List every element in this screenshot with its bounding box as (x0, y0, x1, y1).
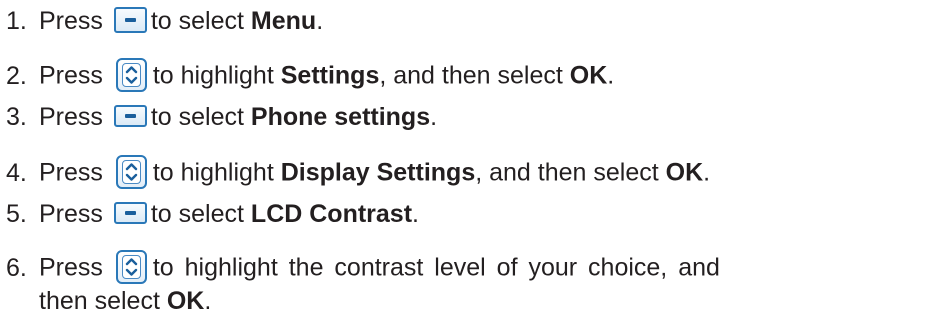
step-6-continuation: then select OK. (39, 286, 211, 316)
step-verb: Press (39, 158, 103, 187)
step-bold-ok: OK (166, 287, 205, 315)
step-verb: Press (39, 103, 103, 131)
soft-key-icon (113, 105, 147, 128)
step-punctuation: . (430, 103, 438, 131)
step-punctuation: . (703, 158, 711, 187)
step-text-mid: , and then select (475, 158, 666, 187)
step-number: 5. (6, 200, 27, 228)
step-text: to highlight (152, 61, 281, 90)
step-6: 6. Press to highlight the contrast level … (6, 250, 909, 286)
step-number: 6. (6, 253, 27, 282)
step-number: 1. (6, 7, 27, 35)
step-bold-term: Menu (250, 7, 317, 35)
soft-key-icon (113, 202, 147, 225)
step-1: 1. Press to select Menu. (6, 6, 323, 36)
up-down-navigation-key-icon (115, 155, 147, 189)
step-text: then select (39, 287, 167, 315)
up-down-navigation-key-icon (115, 58, 147, 92)
step-text: to select (150, 200, 251, 228)
step-verb: Press (39, 253, 103, 282)
step-bold-ok: OK (569, 61, 608, 90)
step-bold-term: Settings (280, 61, 380, 90)
step-punctuation: . (412, 200, 419, 228)
soft-key-icon (113, 7, 147, 34)
step-number: 2. (6, 61, 27, 90)
step-text: to highlight (152, 158, 281, 187)
step-5: 5. Press to select LCD Contrast. (6, 199, 419, 229)
step-bold-term: LCD Contrast (250, 200, 413, 228)
step-bold-ok: OK (665, 158, 704, 187)
step-verb: Press (39, 200, 103, 228)
step-3: 3. Press to select Phone settings. (6, 102, 437, 132)
step-number: 3. (6, 103, 27, 131)
step-text: to select (150, 103, 251, 131)
step-text: to highlight the contrast level of your … (152, 253, 720, 282)
step-bold-term: Phone settings (250, 103, 431, 131)
step-text-mid: , and then select (379, 61, 570, 90)
step-punctuation: . (204, 287, 212, 315)
step-text: to select (150, 7, 251, 35)
step-4: 4. Press to highlight Display Settings, a… (6, 155, 711, 191)
step-punctuation: . (316, 7, 324, 35)
step-2: 2. Press to highlight Settings, and then … (6, 58, 615, 94)
step-verb: Press (39, 7, 103, 35)
up-down-navigation-key-icon (115, 250, 147, 284)
step-number: 4. (6, 158, 27, 187)
step-bold-term: Display Settings (280, 158, 476, 187)
step-verb: Press (39, 61, 103, 90)
step-punctuation: . (607, 61, 615, 90)
